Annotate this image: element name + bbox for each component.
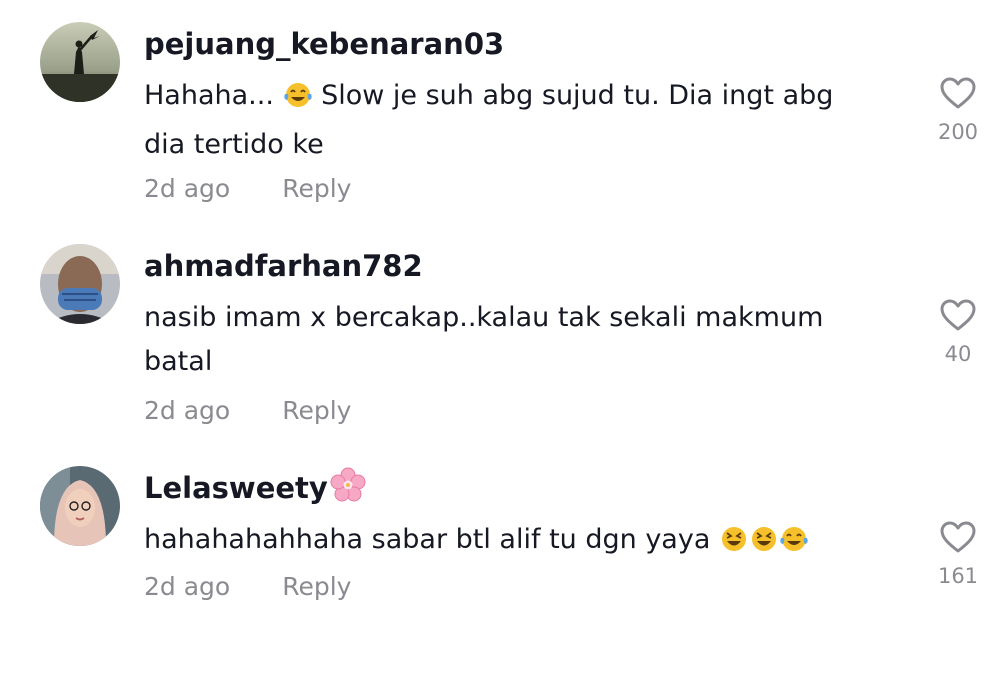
avatar[interactable] xyxy=(40,244,120,324)
comment-username-text: Lelasweety xyxy=(144,471,328,505)
comment-username[interactable]: pejuang_kebenaran03 xyxy=(144,22,504,66)
comment-username[interactable]: Lelasweety xyxy=(144,466,366,515)
comment-meta: 2d ago Reply xyxy=(144,396,351,425)
avatar[interactable] xyxy=(40,22,120,102)
reply-button[interactable]: Reply xyxy=(282,174,351,203)
comment-item: ahmadfarhan782 nasib imam x bercakap..ka… xyxy=(0,244,1002,466)
like-control: 200 xyxy=(930,76,986,144)
cherry-blossom-icon xyxy=(330,467,366,515)
comment-time: 2d ago xyxy=(144,174,231,203)
comment-item: pejuang_kebenaran03 Hahaha... Slow je su… xyxy=(0,22,1002,244)
reply-button[interactable]: Reply xyxy=(282,396,351,425)
avatar-image xyxy=(40,244,120,324)
avatar-image xyxy=(40,22,120,102)
comment-text-part: Hahaha... xyxy=(144,80,283,111)
like-control: 161 xyxy=(930,520,986,588)
face-with-tears-of-joy-icon xyxy=(283,79,313,123)
comment-item: Lelasweety hahahahahhaha sabar btl alif … xyxy=(0,466,1002,688)
comment-time: 2d ago xyxy=(144,396,231,425)
comment-text-part: hahahahahhaha sabar btl alif tu dgn yaya xyxy=(144,524,719,555)
grinning-squinting-face-icon xyxy=(719,523,749,567)
heart-outline-icon[interactable] xyxy=(939,76,977,110)
face-with-tears-of-joy-icon xyxy=(779,523,809,567)
comment-list: pejuang_kebenaran03 Hahaha... Slow je su… xyxy=(0,0,1002,620)
comment-text: nasib imam x bercakap..kalau tak sekali … xyxy=(144,302,824,377)
heart-outline-icon[interactable] xyxy=(939,520,977,554)
reply-button[interactable]: Reply xyxy=(282,572,351,601)
comment-meta: 2d ago Reply xyxy=(144,174,351,203)
like-count: 200 xyxy=(937,120,979,144)
comment-meta: 2d ago Reply xyxy=(144,572,351,601)
grinning-squinting-face-icon xyxy=(749,523,779,567)
comment-text: Hahaha... Slow je suh abg sujud tu. Dia … xyxy=(144,74,874,167)
avatar-image xyxy=(40,466,120,546)
comment-time: 2d ago xyxy=(144,572,231,601)
like-count: 161 xyxy=(937,564,979,588)
like-control: 40 xyxy=(930,298,986,366)
comment-text: hahahahahhaha sabar btl alif tu dgn yaya xyxy=(144,518,874,567)
like-count: 40 xyxy=(944,342,972,366)
comment-username[interactable]: ahmadfarhan782 xyxy=(144,244,423,288)
heart-outline-icon[interactable] xyxy=(939,298,977,332)
avatar[interactable] xyxy=(40,466,120,546)
